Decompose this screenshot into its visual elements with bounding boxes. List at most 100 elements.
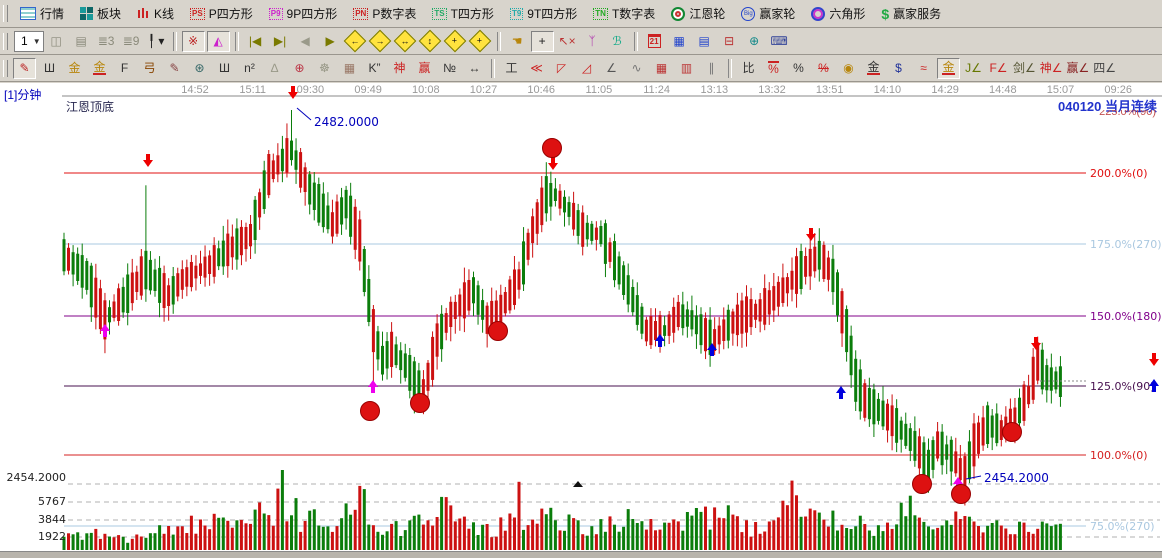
calculator-button[interactable]: ▦	[668, 31, 691, 52]
ying-grid-tool[interactable]: 赢	[413, 58, 436, 79]
calendar-button[interactable]: 21	[643, 31, 666, 52]
client-button[interactable]: ⌨	[768, 31, 791, 52]
shen-angle-tool[interactable]: 神∠	[1039, 58, 1064, 79]
square-spiral-tool[interactable]: ▦	[338, 58, 361, 79]
percent-mid-tool[interactable]: %	[812, 58, 835, 79]
star-tool[interactable]: ☸	[313, 58, 336, 79]
toolbar-grip[interactable]	[3, 5, 8, 22]
crosshair-button[interactable]: +	[531, 31, 554, 52]
spiral-tool[interactable]: 弓	[138, 58, 161, 79]
volume-bar	[845, 528, 848, 550]
ratio-bars-tool[interactable]: 比	[737, 58, 760, 79]
menu-hexagon[interactable]: 六角形	[803, 2, 873, 26]
price-flag-tool[interactable]: $	[887, 58, 910, 79]
chart-area[interactable]: 200.0%(0)175.0%(270)150.0%(180)125.0%(90…	[0, 83, 1162, 551]
percent-tool[interactable]: %	[787, 58, 810, 79]
angle-a-tool[interactable]: ∆	[263, 58, 286, 79]
f-grid-tool[interactable]: F	[113, 58, 136, 79]
j-angle-tool[interactable]: J∠	[962, 58, 985, 79]
menu-t-number-table[interactable]: TNT数字表	[585, 2, 663, 26]
menu-t-square[interactable]: TST四方形	[424, 2, 502, 26]
delete-pointer-button[interactable]: ↖×	[556, 31, 579, 52]
gann-pattern-button[interactable]: ※	[182, 31, 205, 52]
width-measure-tool[interactable]: ↔	[463, 58, 486, 79]
gold-level-tool[interactable]: 金	[862, 58, 885, 79]
fan-lines-tool[interactable]: ≪	[525, 58, 548, 79]
report-window-button[interactable]: ▤	[70, 31, 93, 52]
slant-lines-tool[interactable]: ∥	[700, 58, 723, 79]
scroll-left-button[interactable]: ←	[344, 31, 367, 52]
percent-top-tool[interactable]: %	[762, 58, 785, 79]
candle-body	[731, 312, 734, 334]
purple-tool-button[interactable]: ᛉ	[581, 31, 604, 52]
bars3-button[interactable]: ≣3	[95, 31, 118, 52]
network-button[interactable]: ⊕	[743, 31, 766, 52]
menu-p-square[interactable]: PSP四方形	[182, 2, 261, 26]
wave-tool[interactable]: ≈	[912, 58, 935, 79]
menu-9p-square[interactable]: P99P四方形	[261, 2, 345, 26]
prev-page-button[interactable]: ◀	[294, 31, 317, 52]
candle-body	[326, 206, 329, 230]
menu-p-number-table[interactable]: PNP数字表	[345, 2, 424, 26]
zoom-horizontal-button[interactable]: ↔	[394, 31, 417, 52]
red-grid-tool[interactable]: ▦	[650, 58, 673, 79]
f-angle-tool[interactable]: F∠	[987, 58, 1010, 79]
shen-grid-tool[interactable]: 神	[388, 58, 411, 79]
color-chart-button[interactable]: ◭	[207, 31, 230, 52]
gold-underline-tool[interactable]: 金	[937, 58, 960, 79]
beam-tool[interactable]: 工	[500, 58, 523, 79]
grid-ticks2-tool[interactable]: Ш	[213, 58, 236, 79]
save-button[interactable]: ⊟	[718, 31, 741, 52]
candle-style-button[interactable]: ╿ ▾	[145, 31, 168, 52]
hand-drag-button[interactable]: ☚	[506, 31, 529, 52]
calendar-icon: 21	[648, 34, 661, 48]
scroll-right-button[interactable]: →	[369, 31, 392, 52]
ying-angle-tool[interactable]: 赢∠	[1066, 58, 1091, 79]
chevron-down-icon[interactable]: ▼	[33, 37, 41, 46]
menu-winner-wheel[interactable]: Big赢家轮	[733, 2, 803, 26]
candle-body	[131, 273, 134, 304]
zoom-vertical-button[interactable]: ↕	[419, 31, 442, 52]
chart-canvas[interactable]: 200.0%(0)175.0%(270)150.0%(180)125.0%(90…	[0, 83, 1162, 551]
zigzag-tool[interactable]: ∿	[625, 58, 648, 79]
angle-lines-tool[interactable]: ∠	[600, 58, 623, 79]
menu-winner-service[interactable]: $赢家服务	[873, 2, 949, 26]
candle-body	[226, 234, 229, 267]
toolbar-grip[interactable]	[3, 33, 8, 50]
candle-body	[72, 252, 75, 274]
pen-tool[interactable]: ✎	[163, 58, 186, 79]
gold-grid2-tool[interactable]: 金	[88, 58, 111, 79]
n-square-tool[interactable]: n²	[238, 58, 261, 79]
si-angle-tool[interactable]: 四∠	[1092, 58, 1117, 79]
k-double-tool[interactable]: K”	[363, 58, 386, 79]
compass-tool[interactable]: ⊛	[188, 58, 211, 79]
jian-angle-tool[interactable]: 剑∠	[1012, 58, 1037, 79]
toolbar-grip[interactable]	[3, 60, 8, 77]
menu-kline[interactable]: K线	[129, 2, 182, 26]
fan-curve-tool[interactable]: ◿	[575, 58, 598, 79]
next-page-button[interactable]: ▶	[319, 31, 342, 52]
grid-ticks-tool[interactable]: Ш	[38, 58, 61, 79]
knife-tool[interactable]: ✎	[13, 58, 36, 79]
menu-sectors[interactable]: 板块	[72, 2, 129, 26]
first-page-button[interactable]: |◀	[244, 31, 267, 52]
shen-angle-tool-icon: 神∠	[1040, 62, 1063, 74]
zoom-full-button[interactable]: +	[469, 31, 492, 52]
gold-circle-tool[interactable]: ◉	[837, 58, 860, 79]
zoom-all-button[interactable]: +	[444, 31, 467, 52]
fan-box-tool[interactable]: ◸	[550, 58, 573, 79]
last-page-button[interactable]: ▶|	[269, 31, 292, 52]
bars9-button[interactable]: ≣9	[120, 31, 143, 52]
red-grid-col-tool[interactable]: ▥	[675, 58, 698, 79]
menu-quotes[interactable]: 行情	[12, 2, 72, 26]
green-tool-button[interactable]: ℬ	[606, 31, 629, 52]
notepad-button[interactable]: ▤	[693, 31, 716, 52]
candle-body	[804, 256, 807, 277]
number-grid-tool[interactable]: №	[438, 58, 461, 79]
gold-grid-tool[interactable]: 金	[63, 58, 86, 79]
pattern-window-button[interactable]: ◫	[45, 31, 68, 52]
menu-gann-wheel[interactable]: 江恩轮	[663, 2, 733, 26]
circle-cross-tool[interactable]: ⊕	[288, 58, 311, 79]
period-select[interactable]: 1▼	[14, 31, 44, 52]
menu-9t-square[interactable]: T99T四方形	[502, 2, 585, 26]
